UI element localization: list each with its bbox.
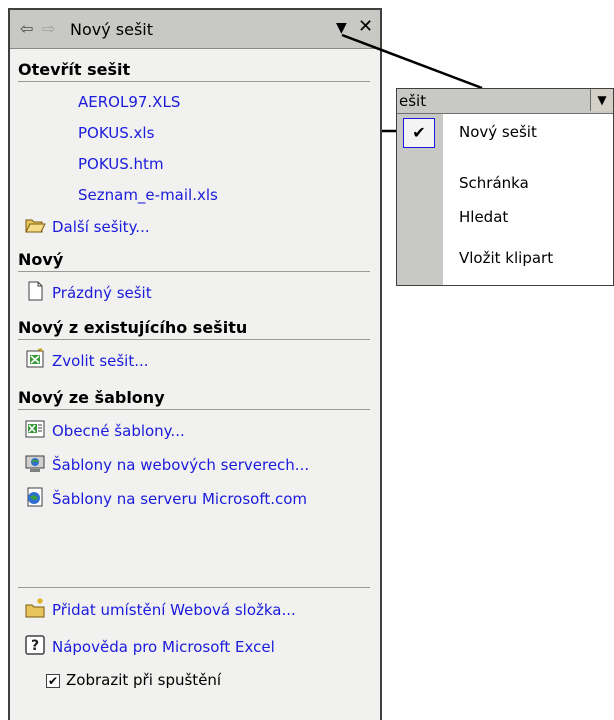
menu-item-insert-clipart[interactable]: Vložit klipart — [459, 249, 553, 267]
menu-item-clipboard[interactable]: Schránka — [459, 174, 529, 192]
menu-item-search[interactable]: Hledat — [459, 208, 508, 226]
menu-item-new-workbook[interactable]: Nový sešit — [459, 123, 537, 141]
popup-header-label: ešit — [399, 92, 427, 110]
task-pane-menu-popup: ešit ▼ ✔ Nový sešit Schránka Hledat Vlož… — [396, 88, 614, 286]
popup-header: ešit ▼ — [397, 89, 613, 114]
popup-dropdown-arrow-icon[interactable]: ▼ — [590, 89, 613, 111]
selected-check-icon: ✔ — [403, 118, 435, 148]
